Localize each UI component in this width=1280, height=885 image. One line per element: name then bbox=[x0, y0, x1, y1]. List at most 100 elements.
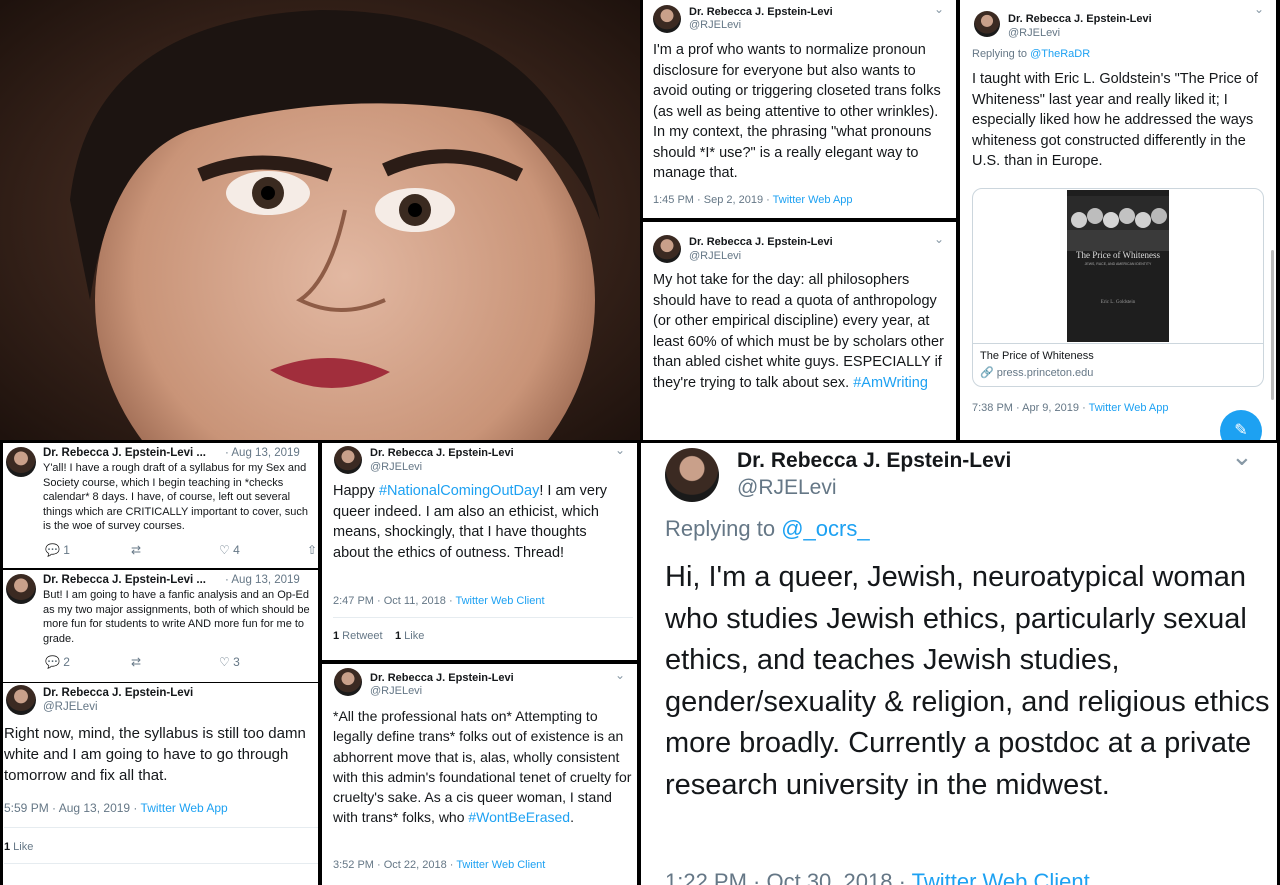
author-name[interactable]: Dr. Rebecca J. Epstein-Levi ... bbox=[43, 447, 206, 459]
tweet-coming-out-day[interactable]: Dr. Rebecca J. Epstein-Levi @RJELevi ⌄ H… bbox=[322, 443, 637, 660]
source-app-link[interactable]: Twitter Web Client bbox=[456, 595, 545, 607]
tweet-meta: 5:59 PM · Aug 13, 2019 · Twitter Web App bbox=[4, 801, 228, 815]
card-url[interactable]: 🔗 press.princeton.edu bbox=[980, 366, 1093, 379]
divider bbox=[4, 863, 318, 864]
tweet-meta: 7:38 PM · Apr 9, 2019 · Twitter Web App bbox=[972, 402, 1168, 414]
author-handle[interactable]: @RJELevi bbox=[737, 476, 837, 500]
chevron-down-icon[interactable]: ⌄ bbox=[1231, 443, 1253, 472]
card-divider bbox=[973, 343, 1263, 344]
tweet-syllabus-white[interactable]: Dr. Rebecca J. Epstein-Levi @RJELevi Rig… bbox=[3, 683, 318, 885]
like-button[interactable]: ♡ 3 bbox=[219, 655, 240, 669]
book-cover: The Price of Whiteness JEWS, RACE, AND A… bbox=[1067, 190, 1169, 342]
avatar[interactable] bbox=[653, 235, 681, 263]
tweet-date[interactable]: · Aug 13, 2019 bbox=[225, 447, 300, 459]
heart-icon: ♡ bbox=[219, 655, 230, 669]
tweet-text: *All the professional hats on* Attemptin… bbox=[333, 706, 633, 828]
replying-prefix: Replying to bbox=[972, 48, 1031, 60]
author-name[interactable]: Dr. Rebecca J. Epstein-Levi bbox=[43, 687, 193, 699]
chevron-down-icon[interactable]: ⌄ bbox=[934, 232, 944, 246]
avatar[interactable] bbox=[334, 446, 362, 474]
reply-icon: 💬 bbox=[45, 543, 60, 557]
author-handle[interactable]: @RJELevi bbox=[1008, 27, 1060, 39]
avatar[interactable] bbox=[653, 5, 681, 33]
tweet-text: Y'all! I have a rough draft of a syllabu… bbox=[43, 462, 308, 533]
chevron-down-icon[interactable]: ⌄ bbox=[615, 443, 625, 457]
likes-label: Like bbox=[10, 841, 34, 853]
source-app-link[interactable]: Twitter Web App bbox=[141, 801, 228, 815]
author-name[interactable]: Dr. Rebecca J. Epstein-Levi bbox=[370, 447, 514, 459]
source-app-link[interactable]: Twitter Web Client bbox=[456, 859, 545, 871]
avatar[interactable] bbox=[334, 668, 362, 696]
author-handle[interactable]: @RJELevi bbox=[370, 461, 422, 473]
author-name[interactable]: Dr. Rebecca J. Epstein-Levi bbox=[737, 449, 1011, 473]
scrollbar[interactable] bbox=[1271, 250, 1274, 400]
tweet-pronouns[interactable]: Dr. Rebecca J. Epstein-Levi @RJELevi ⌄ I… bbox=[643, 0, 956, 218]
author-name[interactable]: Dr. Rebecca J. Epstein-Levi bbox=[370, 672, 514, 684]
chevron-down-icon[interactable]: ⌄ bbox=[934, 2, 944, 16]
tweet-text: Right now, mind, the syllabus is still t… bbox=[4, 725, 306, 784]
profile-photo bbox=[0, 0, 640, 440]
author-handle[interactable]: @RJELevi bbox=[370, 685, 422, 697]
retweet-icon[interactable]: ⇄ bbox=[131, 543, 141, 557]
divider bbox=[4, 827, 318, 828]
avatar[interactable] bbox=[665, 448, 719, 502]
hashtag-link[interactable]: #WontBeErased bbox=[468, 809, 570, 825]
tweet-bio-reply[interactable]: Dr. Rebecca J. Epstein-Levi @RJELevi ⌄ R… bbox=[641, 443, 1277, 885]
avatar[interactable] bbox=[6, 685, 36, 715]
compose-tweet-icon[interactable]: ✎ bbox=[1220, 410, 1262, 440]
avatar[interactable] bbox=[6, 574, 36, 604]
replying-to: Replying to @TheRaDR bbox=[972, 48, 1090, 60]
chevron-down-icon[interactable]: ⌄ bbox=[615, 668, 625, 682]
tweet-syllabus-draft[interactable]: Dr. Rebecca J. Epstein-Levi ... · Aug 13… bbox=[3, 443, 318, 568]
source-app-link[interactable]: Twitter Web App bbox=[1089, 402, 1169, 414]
hashtag-link[interactable]: #NationalComingOutDay bbox=[379, 483, 539, 499]
tweet-assignments[interactable]: Dr. Rebecca J. Epstein-Levi ... · Aug 13… bbox=[3, 570, 318, 682]
retweets-label: Retweet bbox=[339, 630, 383, 642]
timestamp[interactable]: 5:59 PM · Aug 13, 2019 · bbox=[4, 801, 141, 815]
like-count: 4 bbox=[233, 543, 240, 557]
timestamp[interactable]: 1:22 PM · Oct 30, 2018 · bbox=[665, 869, 912, 885]
share-icon[interactable]: ⇧ bbox=[307, 543, 317, 557]
tweet-hot-take[interactable]: Dr. Rebecca J. Epstein-Levi @RJELevi ⌄ M… bbox=[643, 222, 956, 440]
card-url-text: press.princeton.edu bbox=[996, 367, 1094, 379]
card-title[interactable]: The Price of Whiteness bbox=[980, 350, 1094, 362]
avatar[interactable] bbox=[974, 11, 1000, 37]
replying-to-link[interactable]: @TheRaDR bbox=[1030, 48, 1090, 60]
author-name[interactable]: Dr. Rebecca J. Epstein-Levi bbox=[689, 6, 833, 18]
reply-button[interactable]: 💬 2 bbox=[45, 655, 70, 669]
reply-button[interactable]: 💬 1 bbox=[45, 543, 70, 557]
likes-label: Like bbox=[401, 630, 425, 642]
link-card[interactable]: The Price of Whiteness JEWS, RACE, AND A… bbox=[972, 188, 1264, 387]
author-name[interactable]: Dr. Rebecca J. Epstein-Levi bbox=[689, 236, 833, 248]
chevron-down-icon[interactable]: ⌄ bbox=[1254, 2, 1264, 16]
retweet-icon[interactable]: ⇄ bbox=[131, 655, 141, 669]
tweet-meta: 1:22 PM · Oct 30, 2018 · Twitter Web Cli… bbox=[665, 869, 1090, 885]
timestamp[interactable]: 2:47 PM · Oct 11, 2018 · bbox=[333, 595, 456, 607]
tweet-price-of-whiteness[interactable]: Dr. Rebecca J. Epstein-Levi @RJELevi ⌄ R… bbox=[960, 0, 1276, 440]
book-cover-art bbox=[1067, 196, 1169, 251]
author-handle[interactable]: @RJELevi bbox=[43, 701, 98, 713]
avatar[interactable] bbox=[6, 447, 36, 477]
timestamp[interactable]: 1:45 PM · Sep 2, 2019 · bbox=[653, 194, 773, 206]
likes-stat[interactable]: 1 Like bbox=[395, 630, 424, 642]
source-app-link[interactable]: Twitter Web Client bbox=[912, 869, 1090, 885]
author-name[interactable]: Dr. Rebecca J. Epstein-Levi bbox=[1008, 13, 1152, 25]
replying-prefix: Replying to bbox=[665, 516, 782, 541]
timestamp[interactable]: 7:38 PM · Apr 9, 2019 · bbox=[972, 402, 1089, 414]
author-handle[interactable]: @RJELevi bbox=[689, 250, 741, 262]
divider bbox=[333, 617, 633, 618]
likes-stat[interactable]: 1 Like bbox=[4, 841, 33, 853]
hashtag-link[interactable]: #AmWriting bbox=[853, 375, 928, 391]
link-icon: 🔗 bbox=[980, 367, 994, 379]
book-cover-author: Eric L. Goldstein bbox=[1100, 300, 1136, 305]
tweet-date[interactable]: · Aug 13, 2019 bbox=[225, 574, 300, 586]
author-handle[interactable]: @RJELevi bbox=[689, 19, 741, 31]
replying-to-link[interactable]: @_ocrs_ bbox=[781, 516, 869, 541]
tweet-text: I'm a prof who wants to normalize pronou… bbox=[653, 42, 941, 181]
tweet-wont-be-erased[interactable]: Dr. Rebecca J. Epstein-Levi @RJELevi ⌄ *… bbox=[322, 664, 637, 885]
author-name[interactable]: Dr. Rebecca J. Epstein-Levi ... bbox=[43, 574, 206, 586]
source-app-link[interactable]: Twitter Web App bbox=[773, 194, 853, 206]
like-button[interactable]: ♡ 4 bbox=[219, 543, 240, 557]
timestamp[interactable]: 3:52 PM · Oct 22, 2018 · bbox=[333, 859, 456, 871]
retweets-stat[interactable]: 1 Retweet bbox=[333, 630, 383, 642]
